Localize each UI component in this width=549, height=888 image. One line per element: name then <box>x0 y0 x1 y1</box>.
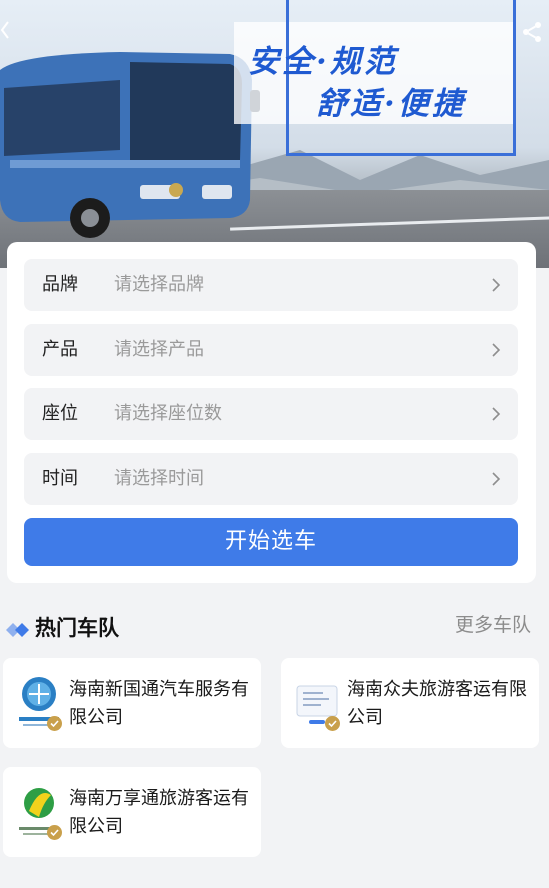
diamond-icon <box>6 623 29 637</box>
time-label: 时间 <box>42 468 78 489</box>
seat-label: 座位 <box>42 403 78 424</box>
share-icon[interactable] <box>520 20 544 44</box>
start-selection-button[interactable]: 开始选车 <box>24 518 518 566</box>
chevron-right-icon <box>492 343 501 357</box>
verified-badge-icon <box>47 716 62 731</box>
brand-label: 品牌 <box>42 274 78 295</box>
seat-select[interactable]: 座位 请选择座位数 <box>24 388 518 440</box>
fleet-name: 海南万享通旅游客运有限公司 <box>69 788 249 837</box>
product-placeholder: 请选择产品 <box>114 339 204 360</box>
fleet-name: 海南众夫旅游客运有限公司 <box>347 679 527 728</box>
product-label: 产品 <box>42 339 78 360</box>
brand-placeholder: 请选择品牌 <box>114 274 204 295</box>
slogan-line-2: 舒适·便捷 <box>316 86 466 122</box>
slogan-line-1: 安全·规范 <box>248 44 398 80</box>
time-select[interactable]: 时间 请选择时间 <box>24 453 518 505</box>
brand-select[interactable]: 品牌 请选择品牌 <box>24 259 518 311</box>
vehicle-filter-form: 品牌 请选择品牌 产品 请选择产品 座位 请选择座位数 时间 请选择时间 开始选… <box>7 242 536 583</box>
product-select[interactable]: 产品 请选择产品 <box>24 324 518 376</box>
hero-banner: 安全·规范 舒适·便捷 <box>0 0 549 268</box>
seat-placeholder: 请选择座位数 <box>114 403 222 424</box>
hot-fleets-title: 热门车队 <box>35 616 119 640</box>
verified-badge-icon <box>47 825 62 840</box>
more-fleets-link[interactable]: 更多车队 <box>455 610 531 637</box>
fleet-card[interactable]: 海南众夫旅游客运有限公司 <box>281 658 539 748</box>
fleet-card[interactable]: 海南新国通汽车服务有限公司 <box>3 658 261 748</box>
fleet-name: 海南新国通汽车服务有限公司 <box>69 679 249 728</box>
back-arrow-icon[interactable] <box>0 18 10 42</box>
time-placeholder: 请选择时间 <box>114 468 204 489</box>
chevron-right-icon <box>492 472 501 486</box>
verified-badge-icon <box>325 716 340 731</box>
fleet-card[interactable]: 海南万享通旅游客运有限公司 <box>3 767 261 857</box>
chevron-right-icon <box>492 407 501 421</box>
chevron-right-icon <box>492 278 501 292</box>
